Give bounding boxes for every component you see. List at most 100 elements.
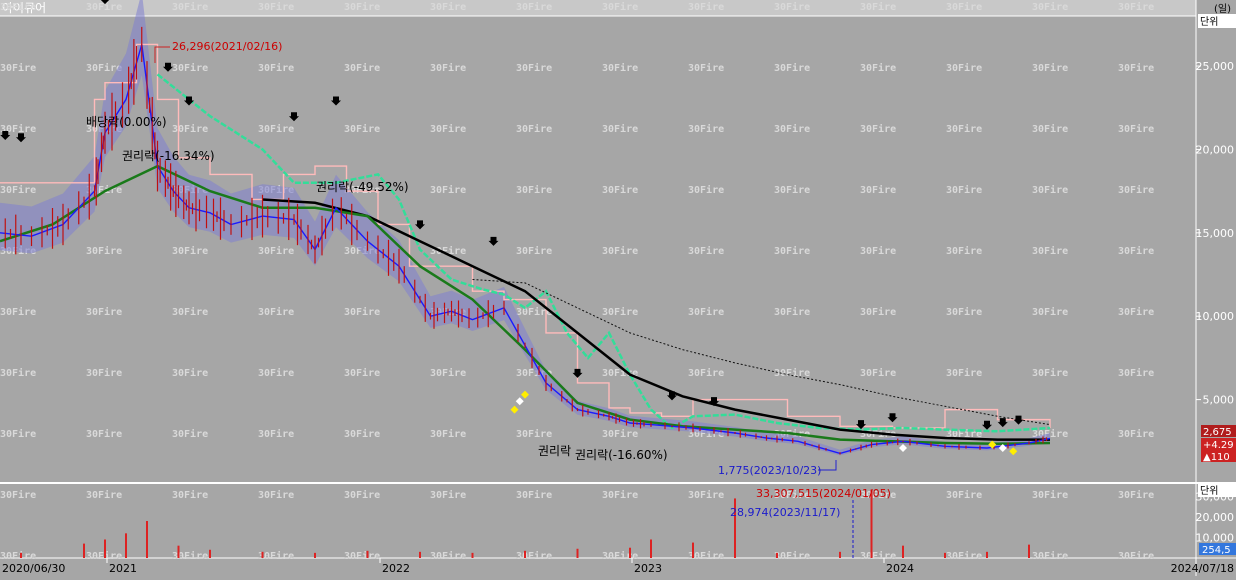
watermark: 30Fire [258, 123, 294, 135]
volume-high-label: 33,307,515(2024/01/05) [756, 487, 891, 500]
volume-bar [471, 552, 474, 558]
watermark: 30Fire [1032, 489, 1068, 501]
watermark: 30Fire [1118, 306, 1154, 318]
watermark: 30Fire [602, 62, 638, 74]
watermark: 30Fire [1032, 62, 1068, 74]
watermark: 30Fire [258, 367, 294, 379]
watermark: 30Fire [946, 123, 982, 135]
volume-bar [986, 551, 988, 558]
volume-bar [125, 533, 127, 558]
watermark: 30Fire [1118, 184, 1154, 196]
watermark: 30Fire [258, 489, 294, 501]
watermark: 30Fire [602, 550, 638, 562]
watermark: 30Fire [344, 123, 380, 135]
watermark: 30Fire [774, 245, 810, 257]
volume-bar [944, 552, 946, 558]
watermark: 30Fire [172, 62, 208, 74]
watermark: 30Fire [344, 62, 380, 74]
volume-bar [209, 549, 211, 558]
price-tick-label: 25,000 [1196, 60, 1235, 73]
watermark: 30Fire [602, 489, 638, 501]
watermark: 30Fire [688, 1, 724, 13]
watermark: 30Fire [1032, 184, 1068, 196]
price-tick-label: 15,000 [1196, 227, 1235, 240]
watermark: 30Fire [0, 1, 36, 13]
watermark: 30Fire [1118, 245, 1154, 257]
volume-bar [692, 542, 694, 558]
watermark: 30Fire [946, 367, 982, 379]
watermark: 30Fire [860, 184, 896, 196]
watermark: 30Fire [860, 306, 896, 318]
date-tick-label: 2023 [634, 562, 662, 575]
watermark: 30Fire [602, 245, 638, 257]
volume-bar [366, 550, 369, 558]
volume-tick-label: 20,000 [1196, 511, 1235, 524]
watermark: 30Fire [172, 306, 208, 318]
volume-bar [650, 539, 652, 558]
watermark: 30Fire [344, 428, 380, 440]
price-low-label: 1,775(2023/10/23) [718, 464, 821, 477]
date-tick-label: 2021 [109, 562, 137, 575]
volume-bar [83, 543, 85, 558]
change-pct: +4.29 [1203, 440, 1234, 451]
watermark: 30Fire [946, 306, 982, 318]
watermark: 30Fire [516, 62, 552, 74]
watermark: 30Fire [1118, 428, 1154, 440]
volume-bar [629, 547, 631, 558]
watermark: 30Fire [602, 306, 638, 318]
watermark: 30Fire [860, 245, 896, 257]
volume-bar [104, 539, 106, 558]
price-tick-label: 20,000 [1196, 143, 1235, 156]
watermark: 30Fire [516, 245, 552, 257]
change-abs: ▲110 [1203, 452, 1230, 463]
watermark: 30Fire [602, 123, 638, 135]
watermark: 30Fire [1118, 62, 1154, 74]
watermark: 30Fire [0, 428, 36, 440]
watermark: 30Fire [0, 367, 36, 379]
watermark: 30Fire [774, 367, 810, 379]
watermark: 30Fire [430, 1, 466, 13]
watermark: 30Fire [430, 184, 466, 196]
watermark: 30Fire [86, 489, 122, 501]
watermark: 30Fire [516, 550, 552, 562]
watermark: 30Fire [1118, 123, 1154, 135]
watermark: 30Fire [946, 62, 982, 74]
watermark: 30Fire [1032, 245, 1068, 257]
volume-bar [419, 551, 421, 558]
volume-bar [146, 521, 148, 558]
watermark: 30Fire [946, 489, 982, 501]
watermark: 30Fire [860, 550, 896, 562]
period-label: (일) [1214, 3, 1231, 15]
volume-bar [314, 552, 316, 558]
volume-bar [1028, 544, 1030, 558]
watermark: 30Fire [1118, 367, 1154, 379]
volume-current: 254,5 [1202, 545, 1231, 556]
watermark: 30Fire [430, 428, 466, 440]
watermark: 30Fire [344, 550, 380, 562]
watermark: 30Fire [344, 367, 380, 379]
watermark: 30Fire [172, 428, 208, 440]
watermark: 30Fire [258, 1, 294, 13]
rights-label-3: 권리락 [538, 444, 571, 458]
watermark: 30Fire [0, 489, 36, 501]
price-high-label: 26,296(2021/02/16) [172, 40, 282, 53]
watermark: 30Fire [0, 184, 36, 196]
rights-label-1: 권리락(-16.34%) [122, 149, 215, 163]
current-price: 2,675 [1203, 427, 1232, 438]
watermark: 30Fire [172, 550, 208, 562]
watermark: 30Fire [774, 306, 810, 318]
watermark: 30Fire [774, 550, 810, 562]
volume-bar [261, 551, 264, 558]
watermark: 30Fire [860, 1, 896, 13]
watermark: 30Fire [602, 184, 638, 196]
watermark: 30Fire [1032, 306, 1068, 318]
watermark: 30Fire [258, 428, 294, 440]
rights-label-4: 권리락(-16.60%) [575, 448, 668, 462]
date-tick-label: 2022 [382, 562, 410, 575]
watermark: 30Fire [688, 123, 724, 135]
watermark: 30Fire [172, 1, 208, 13]
watermark: 30Fire [1118, 550, 1154, 562]
watermark: 30Fire [946, 550, 982, 562]
watermark: 30Fire [774, 123, 810, 135]
volume-bar [776, 552, 778, 558]
